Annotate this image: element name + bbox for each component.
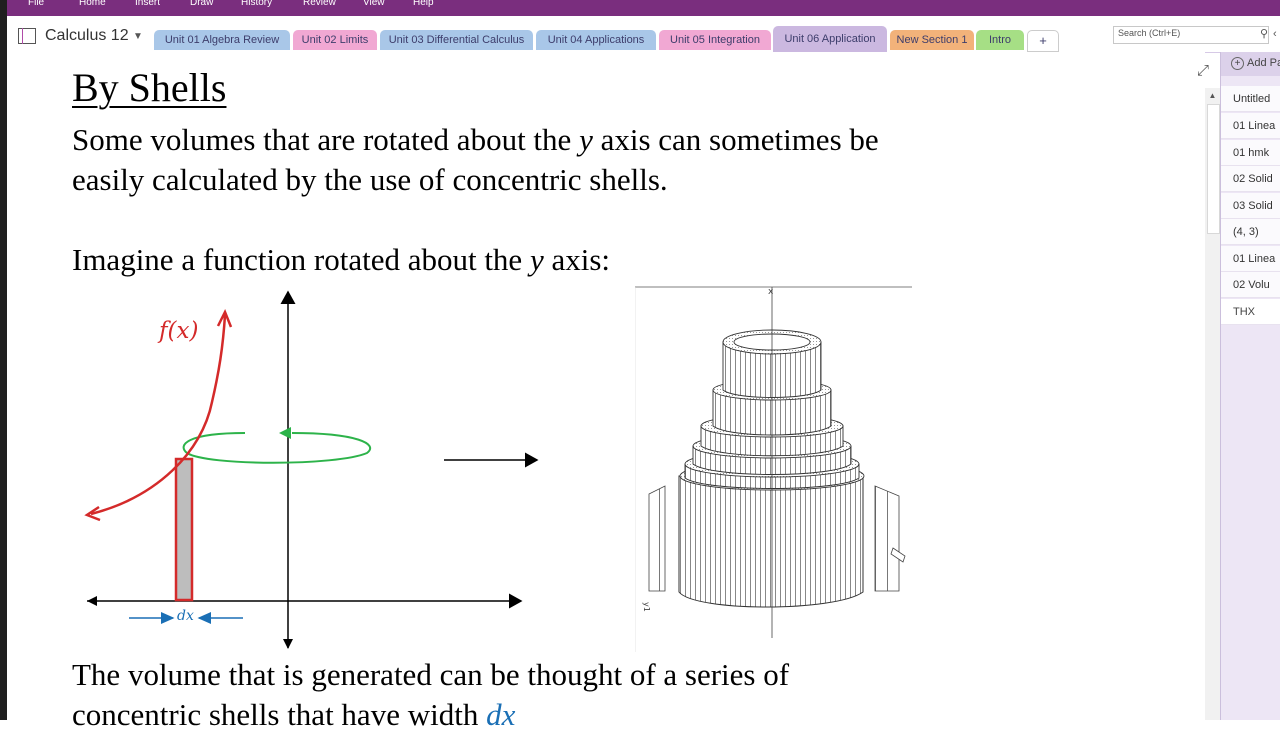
page-item[interactable]: 02 Volu xyxy=(1221,272,1280,298)
menu-review[interactable]: Review xyxy=(303,0,336,8)
paragraph-3-line-2: concentric shells that have width dx xyxy=(72,697,516,732)
scroll-thumb[interactable] xyxy=(1207,104,1220,234)
shells-figure: x y1 xyxy=(635,286,912,652)
section-tab-unit-05[interactable]: Unit 05 Integration xyxy=(659,30,771,50)
menu-history[interactable]: History xyxy=(241,0,272,8)
add-page-label: Add Pa xyxy=(1247,57,1280,69)
section-tab-bar: Calculus 12 ▼ Unit 01 Algebra Review Uni… xyxy=(7,16,1280,53)
dx-label: dx xyxy=(177,608,194,624)
chevron-down-icon[interactable]: ▼ xyxy=(133,31,143,42)
menu-insert[interactable]: Insert xyxy=(135,0,160,8)
expand-icon[interactable]: ⤢ xyxy=(1197,62,1209,79)
shell-diagram: f(x) dx xyxy=(84,290,539,649)
function-label: f(x) xyxy=(157,318,198,344)
menu-file[interactable]: File xyxy=(28,0,44,8)
section-tab-unit-02[interactable]: Unit 02 Limits xyxy=(293,30,377,50)
menu-help[interactable]: Help xyxy=(413,0,434,8)
section-tab-unit-01[interactable]: Unit 01 Algebra Review xyxy=(154,30,290,50)
main-cylinder xyxy=(678,475,864,608)
rotation-arrow xyxy=(279,427,291,439)
page-item[interactable]: 02 Solid xyxy=(1221,166,1280,192)
menu-view[interactable]: View xyxy=(363,0,385,8)
outer-shell-right xyxy=(874,485,900,592)
menu-home[interactable]: Home xyxy=(79,0,106,8)
scroll-up-icon[interactable]: ▲ xyxy=(1205,88,1220,103)
chevron-left-icon[interactable]: ‹ xyxy=(1273,28,1277,40)
y-axis-bottom-arrow xyxy=(283,639,293,649)
section-tab-unit-04[interactable]: Unit 04 Applications xyxy=(536,30,656,50)
section-tab-intro[interactable]: Intro xyxy=(976,30,1024,50)
function-curve xyxy=(90,314,227,516)
page-item[interactable]: 03 Solid xyxy=(1221,193,1280,219)
page-item[interactable]: (4, 3) xyxy=(1221,219,1280,245)
page-item[interactable]: 01 Linea xyxy=(1221,113,1280,139)
window-edge xyxy=(0,0,7,720)
section-tab-unit-03[interactable]: Unit 03 Differential Calculus xyxy=(380,30,533,50)
search-box[interactable]: Search (Ctrl+E) ⚲ xyxy=(1113,26,1269,44)
left-mark: y1 xyxy=(642,602,651,612)
notebook-icon xyxy=(18,28,36,44)
add-section-button[interactable]: + xyxy=(1027,30,1059,52)
add-page-icon: + xyxy=(1231,57,1244,70)
x-axis-left-arrow xyxy=(87,596,97,606)
add-page-button[interactable]: + Add Pa xyxy=(1221,52,1280,76)
menu-draw[interactable]: Draw xyxy=(190,0,213,8)
page-item[interactable]: Untitled xyxy=(1221,86,1280,112)
search-icon[interactable]: ⚲ xyxy=(1260,27,1268,40)
page-item[interactable]: 01 hmk xyxy=(1221,140,1280,166)
outer-shell-left xyxy=(648,485,666,592)
page-item-selected[interactable]: THX xyxy=(1221,299,1280,325)
top-mark: x xyxy=(768,287,774,297)
page-item[interactable]: 01 Linea xyxy=(1221,246,1280,272)
ribbon-menu-bar: File Home Insert Draw History Review Vie… xyxy=(7,0,1280,16)
search-input[interactable]: Search (Ctrl+E) xyxy=(1118,28,1180,38)
rotation-ellipse xyxy=(182,432,372,464)
page-canvas: By Shells Some volumes that are rotated … xyxy=(7,52,1209,732)
section-tab-unit-06[interactable]: Unit 06 Application xyxy=(773,26,887,52)
notebook-name[interactable]: Calculus 12 xyxy=(45,27,129,45)
section-tab-new-section-1[interactable]: New Section 1 xyxy=(890,30,974,50)
paragraph-3-line-1: The volume that is generated can be thou… xyxy=(72,657,790,692)
shell-rectangle xyxy=(174,457,194,602)
